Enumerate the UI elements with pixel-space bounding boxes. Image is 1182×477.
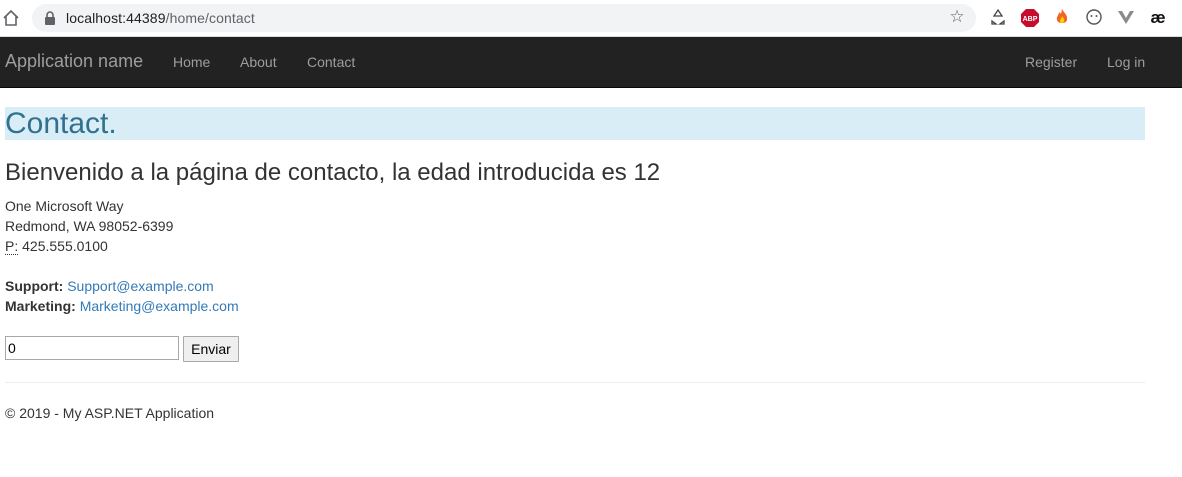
address-line-2: Redmond, WA 98052-6399 xyxy=(5,218,174,234)
welcome-message: Bienvenido a la página de contacto, la e… xyxy=(5,159,661,186)
abp-label: ABP xyxy=(1023,16,1038,23)
smile-icon[interactable] xyxy=(1084,8,1104,28)
ae-icon[interactable]: æ xyxy=(1148,8,1168,28)
nav-link-login[interactable]: Log in xyxy=(1107,54,1145,70)
support-email-link[interactable]: Support@example.com xyxy=(67,278,214,294)
browser-toolbar: localhost:44389/home/contact ☆ ABP æ xyxy=(0,0,1182,37)
vue-icon[interactable] xyxy=(1116,8,1136,28)
address-bar[interactable]: localhost:44389/home/contact ☆ xyxy=(32,4,976,32)
submit-button[interactable]: Enviar xyxy=(183,336,239,362)
age-input[interactable] xyxy=(5,336,179,360)
abp-icon[interactable]: ABP xyxy=(1020,8,1040,28)
nav-link-about[interactable]: About xyxy=(240,54,277,70)
recycle-icon[interactable] xyxy=(988,8,1008,28)
url-path: /home/contact xyxy=(165,10,255,26)
marketing-line: Marketing: Marketing@example.com xyxy=(5,296,239,316)
home-icon[interactable] xyxy=(2,9,20,27)
address-line-1: One Microsoft Way xyxy=(5,198,124,214)
brand-link[interactable]: Application name xyxy=(5,51,143,72)
marketing-label: Marketing: xyxy=(5,298,76,314)
fire-icon[interactable] xyxy=(1052,8,1072,28)
divider xyxy=(5,382,1145,383)
marketing-email-link[interactable]: Marketing@example.com xyxy=(80,298,239,314)
support-label: Support: xyxy=(5,278,64,294)
phone-label: P: xyxy=(5,238,19,255)
lock-icon[interactable] xyxy=(44,11,56,25)
url-text[interactable]: localhost:44389/home/contact xyxy=(66,10,255,26)
navbar: Application name Home About Contact Regi… xyxy=(0,37,1182,88)
phone-number: 425.555.0100 xyxy=(22,238,108,254)
nav-link-home[interactable]: Home xyxy=(173,54,210,70)
bookmark-star-icon[interactable]: ☆ xyxy=(948,8,966,26)
phone-line: P: 425.555.0100 xyxy=(5,236,108,256)
footer-text: © 2019 - My ASP.NET Application xyxy=(5,405,215,421)
support-line: Support: Support@example.com xyxy=(5,276,214,296)
page-title: Contact. xyxy=(5,107,117,140)
url-host: localhost:44389 xyxy=(66,10,166,26)
nav-link-contact[interactable]: Contact xyxy=(307,54,355,70)
title-highlight xyxy=(5,107,1145,140)
nav-link-register[interactable]: Register xyxy=(1025,54,1077,70)
